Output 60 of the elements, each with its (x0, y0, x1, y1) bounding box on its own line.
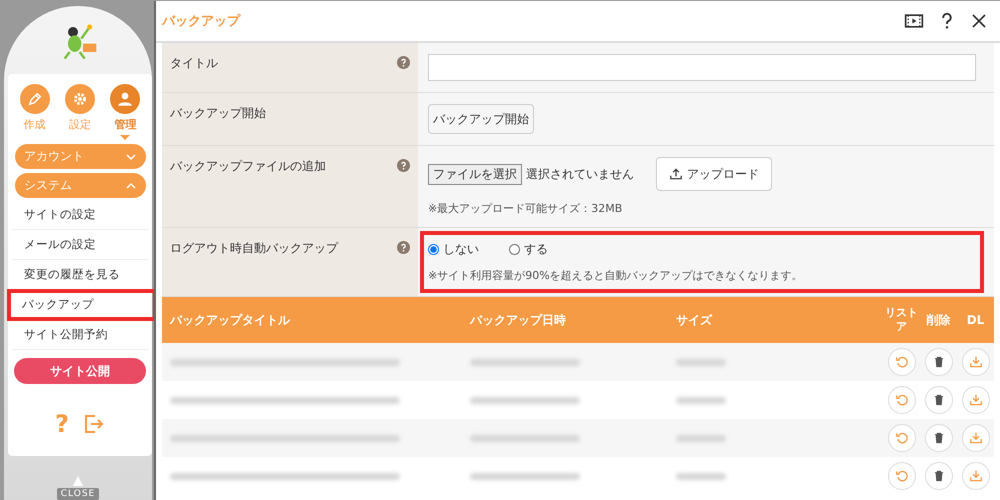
download-button[interactable] (962, 348, 990, 376)
blurred-text (676, 472, 726, 480)
radio-button[interactable] (428, 244, 439, 255)
delete-button[interactable] (924, 462, 952, 490)
column-header: 削除 (926, 312, 952, 328)
download-icon (968, 393, 982, 407)
menu-item[interactable]: サイト公開予約 (12, 320, 148, 350)
upload-icon (669, 167, 683, 181)
dialog-title: バックアップ (162, 12, 240, 30)
field-label: バックアップ開始 (170, 105, 266, 122)
user-icon (116, 90, 134, 108)
column-header: バックアップ日時 (468, 312, 567, 328)
radio-button[interactable] (509, 244, 520, 255)
column-header: リストア (884, 306, 919, 334)
restore-icon (894, 355, 908, 369)
restore-button[interactable] (888, 424, 916, 452)
file-status-text: 選択されていません (526, 166, 634, 182)
download-icon (968, 355, 982, 369)
blurred-text (676, 358, 726, 366)
restore-button[interactable] (888, 462, 916, 490)
pen-icon (26, 90, 44, 108)
menu-item[interactable]: バックアップ (8, 290, 156, 320)
menu-item[interactable]: 変更の履歴を見る (12, 260, 148, 290)
menu-item[interactable]: サイトの設定 (12, 200, 148, 230)
close-icon[interactable] (970, 12, 988, 30)
title-input-field[interactable] (428, 54, 976, 81)
field-label: バックアップファイルの追加 (170, 158, 326, 175)
restore-icon (894, 431, 908, 445)
download-button[interactable] (962, 424, 990, 452)
download-button[interactable] (962, 386, 990, 414)
help-icon (397, 241, 410, 254)
option-label[interactable]: する (524, 241, 548, 258)
column-header: サイズ (675, 312, 714, 328)
option-label[interactable]: しない (443, 241, 479, 258)
delete-button[interactable] (924, 348, 952, 376)
note-text: ※最大アップロード可能サイズ：32MB (428, 201, 624, 216)
start-backup-button[interactable]: バックアップ開始 (428, 104, 534, 134)
blurred-text (676, 434, 726, 442)
upload-button[interactable]: アップロード (656, 157, 772, 191)
help-icon (397, 56, 410, 69)
delete-button[interactable] (924, 386, 952, 414)
publish-button[interactable]: サイト公開 (14, 358, 146, 384)
restore-icon (894, 469, 908, 483)
column-header: バックアップタイトル (168, 312, 292, 328)
delete-button[interactable] (924, 424, 952, 452)
restore-icon (894, 393, 908, 407)
note-text: ※サイト利用容量が90%を超えると自動バックアップはできなくなります。 (428, 268, 804, 283)
download-icon (968, 469, 982, 483)
column-header: DL (966, 313, 986, 327)
menu-item[interactable]: メールの設定 (12, 230, 148, 260)
choose-file-button[interactable]: ファイルを選択 (428, 164, 522, 184)
field-label: ログアウト時自動バックアップ (170, 240, 338, 257)
restore-button[interactable] (888, 348, 916, 376)
field-label: タイトル (170, 55, 218, 72)
download-icon (968, 431, 982, 445)
caret-up-icon (70, 476, 86, 486)
blurred-text (676, 396, 726, 404)
help-icon (397, 159, 410, 172)
restore-button[interactable] (888, 386, 916, 414)
download-button[interactable] (962, 462, 990, 490)
